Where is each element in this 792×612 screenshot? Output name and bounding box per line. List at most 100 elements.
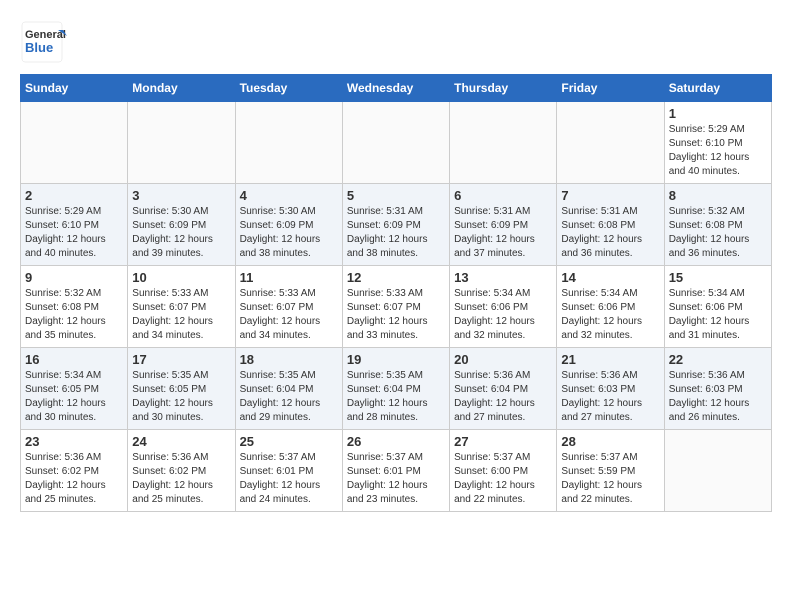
calendar-cell: 6 Sunrise: 5:31 AM Sunset: 6:09 PM Daylig… — [450, 184, 557, 266]
calendar-cell: 16 Sunrise: 5:34 AM Sunset: 6:05 PM Dayli… — [21, 348, 128, 430]
col-header-monday: Monday — [128, 75, 235, 102]
day-info: Sunrise: 5:36 AM Sunset: 6:03 PM Dayligh… — [669, 369, 767, 425]
day-info: Sunrise: 5:36 AM Sunset: 6:04 PM Dayligh… — [454, 369, 552, 425]
calendar-cell: 19 Sunrise: 5:35 AM Sunset: 6:04 PM Dayli… — [342, 348, 449, 430]
week-row-2: 2 Sunrise: 5:29 AM Sunset: 6:10 PM Daylig… — [21, 184, 772, 266]
calendar-cell: 12 Sunrise: 5:33 AM Sunset: 6:07 PM Dayli… — [342, 266, 449, 348]
day-number: 16 — [25, 352, 123, 367]
day-number: 25 — [240, 434, 338, 449]
calendar-cell: 11 Sunrise: 5:33 AM Sunset: 6:07 PM Dayli… — [235, 266, 342, 348]
day-number: 20 — [454, 352, 552, 367]
day-info: Sunrise: 5:34 AM Sunset: 6:05 PM Dayligh… — [25, 369, 123, 425]
calendar-cell: 7 Sunrise: 5:31 AM Sunset: 6:08 PM Daylig… — [557, 184, 664, 266]
calendar-cell: 23 Sunrise: 5:36 AM Sunset: 6:02 PM Dayli… — [21, 430, 128, 512]
day-info: Sunrise: 5:34 AM Sunset: 6:06 PM Dayligh… — [561, 287, 659, 343]
day-info: Sunrise: 5:33 AM Sunset: 6:07 PM Dayligh… — [240, 287, 338, 343]
calendar-cell — [235, 102, 342, 184]
day-info: Sunrise: 5:36 AM Sunset: 6:02 PM Dayligh… — [25, 451, 123, 507]
calendar-cell: 18 Sunrise: 5:35 AM Sunset: 6:04 PM Dayli… — [235, 348, 342, 430]
col-header-sunday: Sunday — [21, 75, 128, 102]
calendar-header-row: SundayMondayTuesdayWednesdayThursdayFrid… — [21, 75, 772, 102]
week-row-1: 1Sunrise: 5:29 AM Sunset: 6:10 PM Daylig… — [21, 102, 772, 184]
logo: General Blue — [20, 20, 70, 64]
week-row-4: 16 Sunrise: 5:34 AM Sunset: 6:05 PM Dayli… — [21, 348, 772, 430]
day-number: 6 — [454, 188, 552, 203]
day-number: 27 — [454, 434, 552, 449]
calendar-cell — [557, 102, 664, 184]
col-header-thursday: Thursday — [450, 75, 557, 102]
day-number: 3 — [132, 188, 230, 203]
day-number: 22 — [669, 352, 767, 367]
day-number: 2 — [25, 188, 123, 203]
day-number: 17 — [132, 352, 230, 367]
day-info: Sunrise: 5:35 AM Sunset: 6:04 PM Dayligh… — [240, 369, 338, 425]
day-number: 9 — [25, 270, 123, 285]
page-header: General Blue — [20, 20, 772, 64]
day-info: Sunrise: 5:31 AM Sunset: 6:09 PM Dayligh… — [454, 205, 552, 261]
day-info: Sunrise: 5:37 AM Sunset: 6:01 PM Dayligh… — [347, 451, 445, 507]
calendar-cell: 28 Sunrise: 5:37 AM Sunset: 5:59 PM Dayli… — [557, 430, 664, 512]
day-number: 4 — [240, 188, 338, 203]
calendar-cell: 25 Sunrise: 5:37 AM Sunset: 6:01 PM Dayli… — [235, 430, 342, 512]
calendar-cell: 3Sunrise: 5:30 AM Sunset: 6:09 PM Daylig… — [128, 184, 235, 266]
day-info: Sunrise: 5:34 AM Sunset: 6:06 PM Dayligh… — [454, 287, 552, 343]
day-info: Sunrise: 5:35 AM Sunset: 6:04 PM Dayligh… — [347, 369, 445, 425]
day-number: 10 — [132, 270, 230, 285]
calendar-cell: 9 Sunrise: 5:32 AM Sunset: 6:08 PM Daylig… — [21, 266, 128, 348]
calendar-cell: 17Sunrise: 5:35 AM Sunset: 6:05 PM Dayli… — [128, 348, 235, 430]
day-info: Sunrise: 5:31 AM Sunset: 6:08 PM Dayligh… — [561, 205, 659, 261]
day-number: 18 — [240, 352, 338, 367]
calendar-cell — [128, 102, 235, 184]
calendar-cell: 27 Sunrise: 5:37 AM Sunset: 6:00 PM Dayli… — [450, 430, 557, 512]
day-number: 13 — [454, 270, 552, 285]
calendar-cell — [450, 102, 557, 184]
calendar-cell: 24Sunrise: 5:36 AM Sunset: 6:02 PM Dayli… — [128, 430, 235, 512]
day-info: Sunrise: 5:33 AM Sunset: 6:07 PM Dayligh… — [132, 287, 230, 343]
day-number: 21 — [561, 352, 659, 367]
calendar-table: SundayMondayTuesdayWednesdayThursdayFrid… — [20, 74, 772, 512]
day-number: 7 — [561, 188, 659, 203]
day-number: 24 — [132, 434, 230, 449]
day-number: 1 — [669, 106, 767, 121]
calendar-cell: 8Sunrise: 5:32 AM Sunset: 6:08 PM Daylig… — [664, 184, 771, 266]
day-info: Sunrise: 5:32 AM Sunset: 6:08 PM Dayligh… — [669, 205, 767, 261]
calendar-cell: 21 Sunrise: 5:36 AM Sunset: 6:03 PM Dayli… — [557, 348, 664, 430]
calendar-cell: 10 Sunrise: 5:33 AM Sunset: 6:07 PM Dayli… — [128, 266, 235, 348]
svg-text:Blue: Blue — [25, 40, 53, 55]
calendar-cell — [342, 102, 449, 184]
day-number: 14 — [561, 270, 659, 285]
day-info: Sunrise: 5:37 AM Sunset: 5:59 PM Dayligh… — [561, 451, 659, 507]
col-header-saturday: Saturday — [664, 75, 771, 102]
col-header-tuesday: Tuesday — [235, 75, 342, 102]
day-info: Sunrise: 5:36 AM Sunset: 6:03 PM Dayligh… — [561, 369, 659, 425]
day-info: Sunrise: 5:30 AM Sunset: 6:09 PM Dayligh… — [240, 205, 338, 261]
day-number: 26 — [347, 434, 445, 449]
day-number: 19 — [347, 352, 445, 367]
day-info: Sunrise: 5:37 AM Sunset: 6:01 PM Dayligh… — [240, 451, 338, 507]
day-info: Sunrise: 5:37 AM Sunset: 6:00 PM Dayligh… — [454, 451, 552, 507]
col-header-friday: Friday — [557, 75, 664, 102]
week-row-5: 23 Sunrise: 5:36 AM Sunset: 6:02 PM Dayli… — [21, 430, 772, 512]
calendar-cell: 20 Sunrise: 5:36 AM Sunset: 6:04 PM Dayli… — [450, 348, 557, 430]
calendar-cell — [21, 102, 128, 184]
day-info: Sunrise: 5:34 AM Sunset: 6:06 PM Dayligh… — [669, 287, 767, 343]
calendar-cell: 22 Sunrise: 5:36 AM Sunset: 6:03 PM Dayli… — [664, 348, 771, 430]
day-number: 28 — [561, 434, 659, 449]
calendar-cell: 14 Sunrise: 5:34 AM Sunset: 6:06 PM Dayli… — [557, 266, 664, 348]
day-number: 11 — [240, 270, 338, 285]
calendar-cell: 13 Sunrise: 5:34 AM Sunset: 6:06 PM Dayli… — [450, 266, 557, 348]
day-number: 23 — [25, 434, 123, 449]
day-info: Sunrise: 5:31 AM Sunset: 6:09 PM Dayligh… — [347, 205, 445, 261]
day-info: Sunrise: 5:29 AM Sunset: 6:10 PM Dayligh… — [25, 205, 123, 261]
week-row-3: 9 Sunrise: 5:32 AM Sunset: 6:08 PM Daylig… — [21, 266, 772, 348]
calendar-cell: 1Sunrise: 5:29 AM Sunset: 6:10 PM Daylig… — [664, 102, 771, 184]
col-header-wednesday: Wednesday — [342, 75, 449, 102]
day-info: Sunrise: 5:33 AM Sunset: 6:07 PM Dayligh… — [347, 287, 445, 343]
logo-svg: General Blue — [20, 20, 70, 64]
calendar-cell: 26 Sunrise: 5:37 AM Sunset: 6:01 PM Dayli… — [342, 430, 449, 512]
day-number: 12 — [347, 270, 445, 285]
calendar-cell: 2 Sunrise: 5:29 AM Sunset: 6:10 PM Daylig… — [21, 184, 128, 266]
calendar-cell: 15 Sunrise: 5:34 AM Sunset: 6:06 PM Dayli… — [664, 266, 771, 348]
day-number: 15 — [669, 270, 767, 285]
day-info: Sunrise: 5:32 AM Sunset: 6:08 PM Dayligh… — [25, 287, 123, 343]
